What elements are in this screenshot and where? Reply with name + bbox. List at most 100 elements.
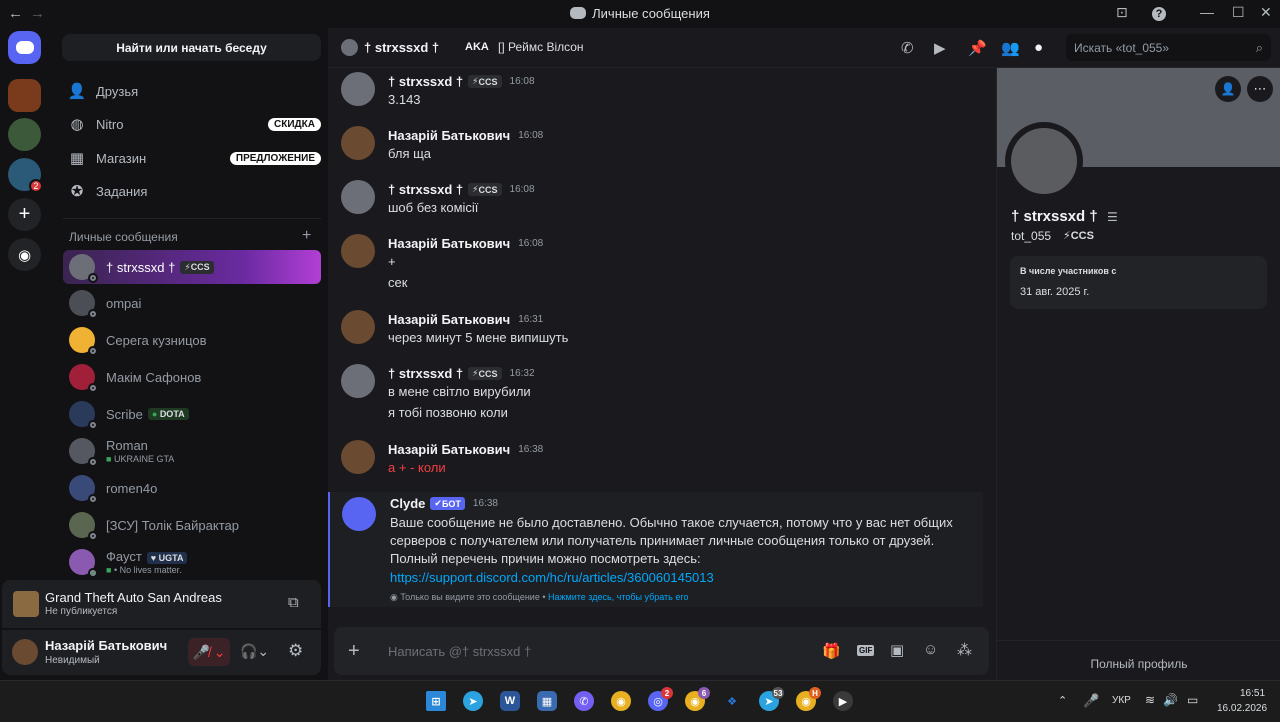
author[interactable]: Назарій Батькович xyxy=(388,442,510,457)
discover-icon[interactable]: ◉ xyxy=(8,238,41,271)
dm-item[interactable]: Roman ■ UKRAINE GTA xyxy=(63,434,321,468)
dm-item[interactable]: Серега кузницов xyxy=(63,323,321,357)
more-options-icon[interactable]: ⋯ xyxy=(1247,76,1273,102)
attach-plus-icon[interactable]: + xyxy=(348,640,360,663)
voice-call-icon[interactable]: ✆ xyxy=(901,39,914,57)
avatar[interactable] xyxy=(341,364,375,398)
avatar[interactable] xyxy=(341,234,375,268)
add-friends-to-dm-icon[interactable]: 👥 xyxy=(1001,39,1020,57)
calculator-icon[interactable]: ▦ xyxy=(537,691,557,711)
windows-start-icon[interactable]: ⊞ xyxy=(426,691,446,711)
avatar[interactable] xyxy=(341,310,375,344)
dm-item[interactable]: Scribe ● DOTA xyxy=(63,397,321,431)
clock-date[interactable]: 16.02.2026 xyxy=(1217,703,1267,714)
avatar[interactable] xyxy=(12,639,38,665)
microphone-icon[interactable]: 🎤 xyxy=(1083,693,1099,709)
chrome-icon[interactable]: ◉ H xyxy=(796,687,821,711)
dm-item[interactable]: romen4o xyxy=(63,471,321,505)
gif-icon[interactable]: GIF xyxy=(857,645,875,656)
full-profile-link[interactable]: Полный профиль xyxy=(997,657,1280,671)
settings-gear-icon[interactable]: ⚙ xyxy=(288,641,303,661)
word-icon[interactable]: W xyxy=(500,691,520,711)
maximize-button[interactable]: ☐ xyxy=(1232,4,1245,21)
language-indicator[interactable]: УКР xyxy=(1112,695,1131,706)
avatar xyxy=(69,475,98,504)
add-friend-icon[interactable]: 👤 xyxy=(1215,76,1241,102)
dm-item[interactable]: Макім Сафонов xyxy=(63,360,321,394)
message-input[interactable]: Написать @† strxssxd † xyxy=(388,644,531,659)
clan-tag: ⚡CCS xyxy=(468,75,502,88)
chrome-icon[interactable]: ◉ 6 xyxy=(685,687,710,711)
help-icon[interactable]: ? xyxy=(1152,7,1166,21)
user-profile-icon[interactable]: ● xyxy=(1034,39,1043,56)
find-conversation-button[interactable]: Найти или начать беседу xyxy=(62,34,321,61)
avatar xyxy=(69,254,98,283)
apps-icon[interactable]: ⁂ xyxy=(957,641,972,659)
nav-nitro[interactable]: ◍ Nitro СКИДКА xyxy=(67,109,321,139)
avatar[interactable] xyxy=(341,180,375,214)
timestamp: 16:08 xyxy=(509,76,535,87)
pin-icon[interactable]: 📌 xyxy=(968,39,987,57)
author[interactable]: Clyde xyxy=(390,496,425,511)
telegram-icon[interactable]: ➤ 53 xyxy=(759,687,784,711)
avatar[interactable] xyxy=(341,126,375,160)
minimize-button[interactable]: — xyxy=(1200,4,1214,20)
nav-shop[interactable]: ▦ Магазин ПРЕДЛОЖЕНИЕ xyxy=(67,143,321,173)
volume-icon[interactable]: 🔊 xyxy=(1163,693,1178,707)
gift-icon[interactable]: 🎁 xyxy=(822,642,841,660)
clock-time[interactable]: 16:51 xyxy=(1240,688,1265,699)
nav-quests[interactable]: ✪ Задания xyxy=(67,176,321,206)
system-message[interactable]: Clyde ✔ БОТ 16:38 Ваше сообщение не было до… xyxy=(328,492,983,607)
mute-mic-icon[interactable]: 🎤̸ ⌄ xyxy=(188,638,230,666)
author[interactable]: † strxssxd † xyxy=(388,182,463,197)
chat-title[interactable]: † strxssxd † xyxy=(364,40,439,55)
app-icon[interactable]: ❖ xyxy=(722,691,742,711)
telegram-icon[interactable]: ➤ xyxy=(463,691,483,711)
add-server-icon[interactable]: + xyxy=(8,198,41,231)
author[interactable]: † strxssxd † xyxy=(388,366,463,381)
battery-icon[interactable]: ▭ xyxy=(1187,693,1198,707)
media-player-icon[interactable]: ▶ xyxy=(833,691,853,711)
server-icon[interactable] xyxy=(8,118,41,151)
message-text: 3.143 xyxy=(388,92,421,107)
chrome-icon[interactable]: ◉ xyxy=(611,691,631,711)
stream-icon[interactable]: ⧉ xyxy=(288,594,299,611)
discord-taskbar-icon[interactable]: ◎ 2 xyxy=(648,687,673,711)
user-name[interactable]: Назарій Батькович xyxy=(45,638,167,653)
avatar[interactable] xyxy=(341,440,375,474)
server-icon[interactable]: 2 xyxy=(8,158,43,193)
dm-item[interactable]: Фауст ♥ UGTA ■ • No lives matter. xyxy=(63,545,321,579)
video-call-icon[interactable]: ▶ xyxy=(934,39,946,57)
author[interactable]: Назарій Батькович xyxy=(388,128,510,143)
headphones-icon[interactable]: 🎧⌄ xyxy=(240,643,269,660)
dm-item[interactable]: † strxssxd † ⚡ CCS xyxy=(63,250,321,284)
search-input[interactable]: Искать «tot_055» ⌕ xyxy=(1066,34,1271,61)
avatar[interactable] xyxy=(341,72,375,106)
message-list: † strxssxd † ⚡ CCS 16:08 3.143 Назарій Бать… xyxy=(328,68,996,680)
emoji-icon[interactable]: ☺ xyxy=(923,641,938,658)
profile-avatar[interactable] xyxy=(1005,122,1083,200)
dm-item[interactable]: ompai xyxy=(63,286,321,320)
create-dm-icon[interactable]: + xyxy=(302,227,311,245)
author[interactable]: Назарій Батькович xyxy=(388,236,510,251)
support-link[interactable]: https://support.discord.com/hc/ru/articl… xyxy=(390,570,714,585)
home-button[interactable] xyxy=(8,31,41,64)
sticker-icon[interactable]: ▣ xyxy=(890,641,904,659)
wifi-icon[interactable]: ≋ xyxy=(1145,693,1155,707)
activity-status: ■ • No lives matter. xyxy=(106,565,182,575)
message-text: Ваше сообщение не было доставлено. Обычн… xyxy=(390,515,953,530)
quests-icon: ✪ xyxy=(70,183,84,200)
tray-chevron-icon[interactable]: ⌃ xyxy=(1058,694,1067,707)
server-icon[interactable] xyxy=(8,79,41,112)
nav-friends[interactable]: 👤 Друзья xyxy=(67,76,321,106)
bot-tag: ✔ БОТ xyxy=(430,497,465,510)
viber-icon[interactable]: ✆ xyxy=(574,691,594,711)
author[interactable]: Назарій Батькович xyxy=(388,312,510,327)
dm-item[interactable]: [ЗСУ] Толік Байрактар xyxy=(63,508,321,542)
timestamp: 16:08 xyxy=(518,238,544,249)
close-button[interactable]: ✕ xyxy=(1260,4,1272,21)
inbox-icon[interactable]: ⊡ xyxy=(1116,4,1128,21)
author[interactable]: † strxssxd † xyxy=(388,74,463,89)
dismiss-link[interactable]: Нажмите здесь, чтобы убрать его xyxy=(548,592,688,602)
note-icon[interactable]: ☰ xyxy=(1107,210,1118,224)
